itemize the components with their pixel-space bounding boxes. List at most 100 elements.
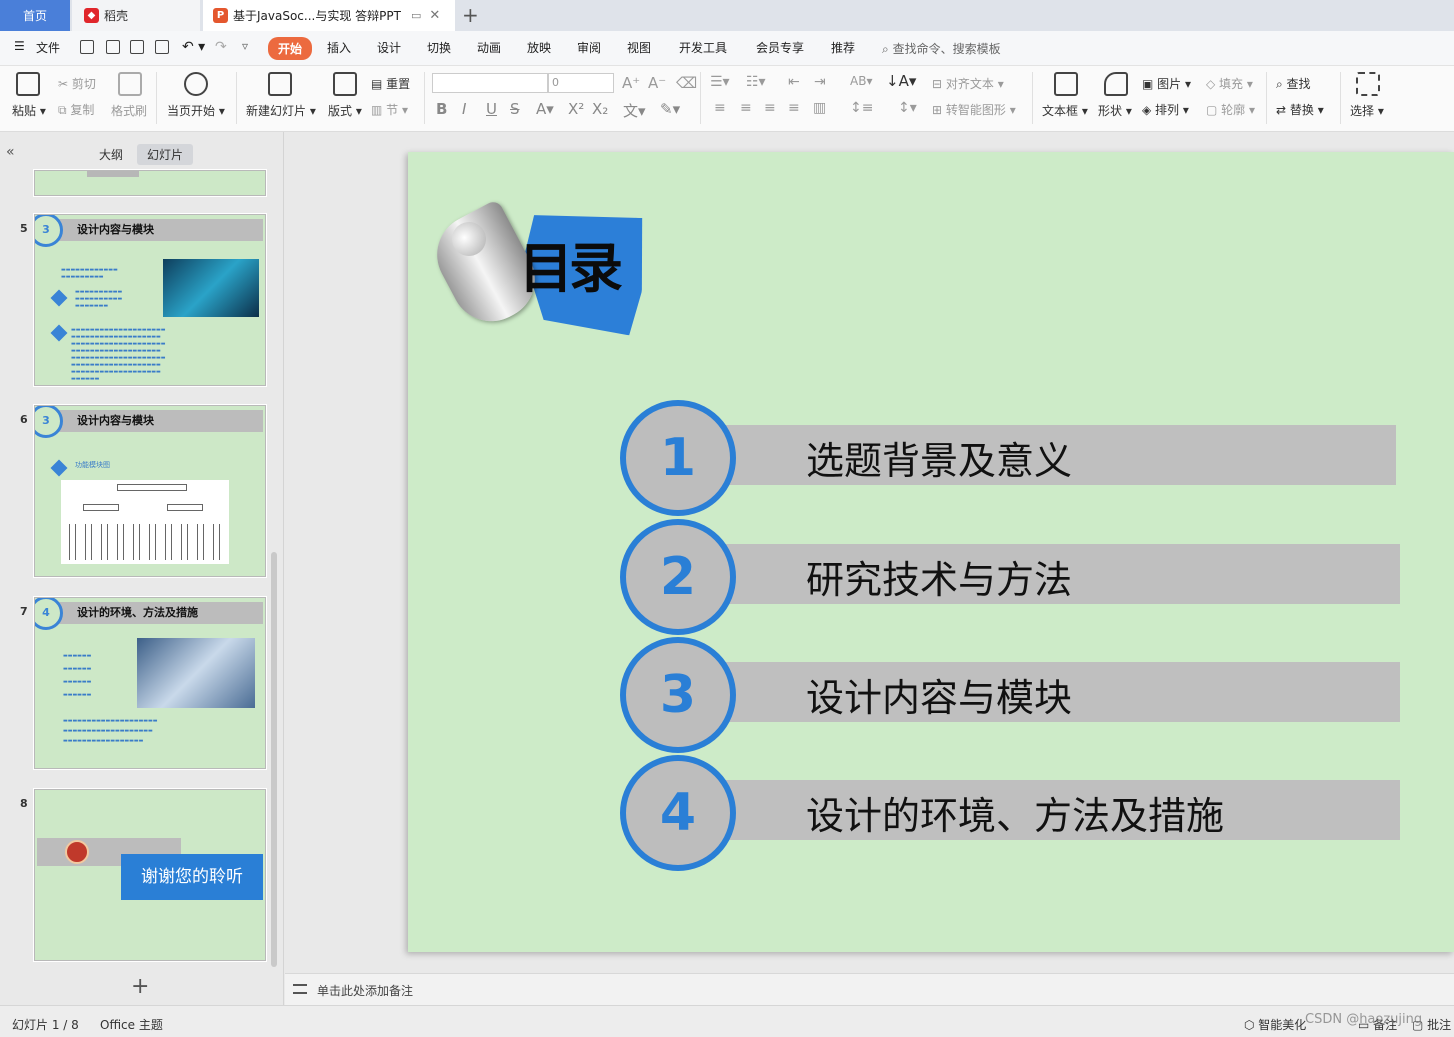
command-search[interactable]: ⌕ 查找命令、搜索模板 <box>882 40 1001 57</box>
sort-icon[interactable]: ↓A▾ <box>886 72 916 90</box>
align-right-icon[interactable]: ≡ <box>764 100 776 116</box>
slide-thumbnail-4[interactable] <box>33 169 267 197</box>
tab-daoke[interactable]: ◆ 稻壳 <box>72 0 200 31</box>
slide-thumbnail-5[interactable]: 3 设计内容与模块 ▬▬▬▬▬▬▬▬▬▬▬▬ ▬▬▬▬▬▬▬▬▬ ▬▬▬▬▬▬▬▬… <box>33 213 267 387</box>
layout-button[interactable]: 版式 ▾ <box>328 102 362 119</box>
shape-button[interactable]: 形状 ▾ <box>1098 102 1132 119</box>
fill-button[interactable]: ◇ 填充 ▾ <box>1206 75 1253 92</box>
align-center-icon[interactable]: ≡ <box>740 100 752 116</box>
current-slide[interactable]: 目录 1 选题背景及意义 2 研究技术与方法 3 设计内容与模块 4 设计的环境… <box>408 152 1454 952</box>
notes-placeholder[interactable]: 单击此处添加备注 <box>317 982 413 999</box>
slide-thumbnail-6[interactable]: 3 设计内容与模块 功能模块图 <box>33 404 267 578</box>
font-color-icon[interactable]: A▾ <box>536 100 554 118</box>
grow-font-icon[interactable]: A⁺ <box>622 74 640 92</box>
section-button[interactable]: ▥ 节 ▾ <box>371 101 408 118</box>
theme-name[interactable]: Office 主题 <box>100 1016 163 1033</box>
justify-icon[interactable]: ≡ <box>788 100 800 116</box>
highlight-icon[interactable]: ✎▾ <box>660 100 680 118</box>
menu-view[interactable]: 视图 <box>627 39 651 56</box>
smart-beautify-button[interactable]: ⬡ 智能美化 <box>1244 1016 1306 1033</box>
new-tab-icon[interactable]: + <box>462 3 479 27</box>
menu-start[interactable]: 开始 <box>268 37 313 60</box>
italic-icon[interactable]: I <box>462 100 466 118</box>
underline-icon[interactable]: U <box>486 100 497 118</box>
format-painter-icon[interactable] <box>118 72 142 96</box>
distribute-icon[interactable]: ▥ <box>813 100 826 116</box>
export-icon[interactable] <box>106 40 120 54</box>
preview-icon[interactable] <box>155 40 169 54</box>
toc-item-4[interactable]: 4 设计的环境、方法及措施 <box>620 755 1400 873</box>
panel-scrollbar[interactable] <box>271 552 277 967</box>
reset-button[interactable]: ▤ 重置 <box>371 75 410 92</box>
align-text-button[interactable]: ⊟ 对齐文本 ▾ <box>932 75 1004 92</box>
find-button[interactable]: ⌕ 查找 <box>1276 75 1311 92</box>
tab-home[interactable]: 首页 <box>0 0 70 31</box>
shape-icon[interactable] <box>1104 72 1128 96</box>
format-painter-button[interactable]: 格式刷 <box>111 102 147 119</box>
menu-member[interactable]: 会员专享 <box>756 39 804 56</box>
customize-icon[interactable]: ▿ <box>242 39 248 53</box>
save-icon[interactable] <box>80 40 94 54</box>
print-icon[interactable] <box>130 40 144 54</box>
menu-slideshow[interactable]: 放映 <box>527 39 551 56</box>
new-slide-button[interactable]: 新建幻灯片 ▾ <box>246 102 316 119</box>
increase-indent-icon[interactable]: ⇥ <box>814 74 826 90</box>
numbering-icon[interactable]: ☷▾ <box>746 74 766 90</box>
menu-transition[interactable]: 切换 <box>427 39 451 56</box>
from-current-button[interactable]: 当页开始 ▾ <box>167 102 225 119</box>
tab-outline[interactable]: 大纲 <box>89 144 133 165</box>
redo-icon[interactable]: ↷ <box>215 39 227 55</box>
subscript-icon[interactable]: X₂ <box>592 100 608 118</box>
arrange-button[interactable]: ◈ 排列 ▾ <box>1142 101 1189 118</box>
layout-icon[interactable] <box>333 72 357 96</box>
paste-icon[interactable] <box>16 72 40 96</box>
shrink-font-icon[interactable]: A⁻ <box>648 74 666 92</box>
tab-slides[interactable]: 幻灯片 <box>137 144 194 165</box>
play-icon[interactable] <box>184 72 208 96</box>
smart-art-button[interactable]: ⊞ 转智能图形 ▾ <box>932 101 1016 118</box>
textbox-button[interactable]: 文本框 ▾ <box>1042 102 1088 119</box>
font-size-select[interactable]: 0 <box>548 73 614 93</box>
slide-title[interactable]: 目录 <box>519 224 623 303</box>
copy-button[interactable]: ⧉ 复制 <box>58 101 94 118</box>
picture-button[interactable]: ▣ 图片 ▾ <box>1142 75 1191 92</box>
bold-icon[interactable]: B <box>436 100 447 118</box>
tab-document[interactable]: P 基于JavaSoc...与实现 答辩PPT ▭ ✕ <box>203 0 455 31</box>
add-slide-icon[interactable]: + <box>131 974 149 999</box>
bullets-icon[interactable]: ☰▾ <box>710 74 730 90</box>
menu-animation[interactable]: 动画 <box>477 39 501 56</box>
toc-item-1[interactable]: 1 选题背景及意义 <box>620 400 1400 518</box>
minimize-tab-icon[interactable]: ▭ <box>411 9 421 22</box>
select-button[interactable]: 选择 ▾ <box>1350 102 1384 119</box>
line-spacing-icon[interactable]: ↕≡ <box>850 100 873 116</box>
menu-review[interactable]: 审阅 <box>577 39 601 56</box>
clear-format-icon[interactable]: ⌫ <box>676 74 697 92</box>
superscript-icon[interactable]: X² <box>568 100 584 118</box>
new-slide-icon[interactable] <box>268 72 292 96</box>
menu-recommend[interactable]: 推荐 <box>831 39 855 56</box>
slide-thumbnail-8[interactable]: 谢谢您的聆听 <box>33 788 267 962</box>
textbox-icon[interactable] <box>1054 72 1078 96</box>
paragraph-spacing-icon[interactable]: ↕▾ <box>898 100 917 116</box>
collapse-panel-icon[interactable]: « <box>6 144 15 160</box>
cut-button[interactable]: ✂ 剪切 <box>58 75 96 92</box>
decrease-indent-icon[interactable]: ⇤ <box>788 74 800 90</box>
menu-insert[interactable]: 插入 <box>327 39 351 56</box>
strikethrough-icon[interactable]: S <box>510 100 520 118</box>
select-icon[interactable] <box>1356 72 1380 96</box>
replace-button[interactable]: ⇄ 替换 ▾ <box>1276 101 1324 118</box>
toc-item-3[interactable]: 3 设计内容与模块 <box>620 637 1400 755</box>
outline-button[interactable]: ▢ 轮廓 ▾ <box>1206 101 1255 118</box>
slide-thumbnail-7[interactable]: 4 设计的环境、方法及措施 ▬▬▬▬▬▬ ▬▬▬▬▬▬ ▬▬▬▬▬▬ ▬▬▬▬▬▬ ▬… <box>33 596 267 770</box>
menu-file[interactable]: 文件 <box>36 39 60 56</box>
undo-icon[interactable]: ↶ ▾ <box>182 39 205 55</box>
toc-item-2[interactable]: 2 研究技术与方法 <box>620 519 1400 637</box>
menu-developer[interactable]: 开发工具 <box>679 39 727 56</box>
font-name-select[interactable] <box>432 73 548 93</box>
notes-pane[interactable]: 单击此处添加备注 <box>285 973 1454 1005</box>
close-tab-icon[interactable]: ✕ <box>429 8 440 23</box>
text-direction-icon[interactable]: AB▾ <box>850 74 872 88</box>
menu-design[interactable]: 设计 <box>377 39 401 56</box>
paste-button[interactable]: 粘贴 ▾ <box>12 102 46 119</box>
align-left-icon[interactable]: ≡ <box>714 100 726 116</box>
